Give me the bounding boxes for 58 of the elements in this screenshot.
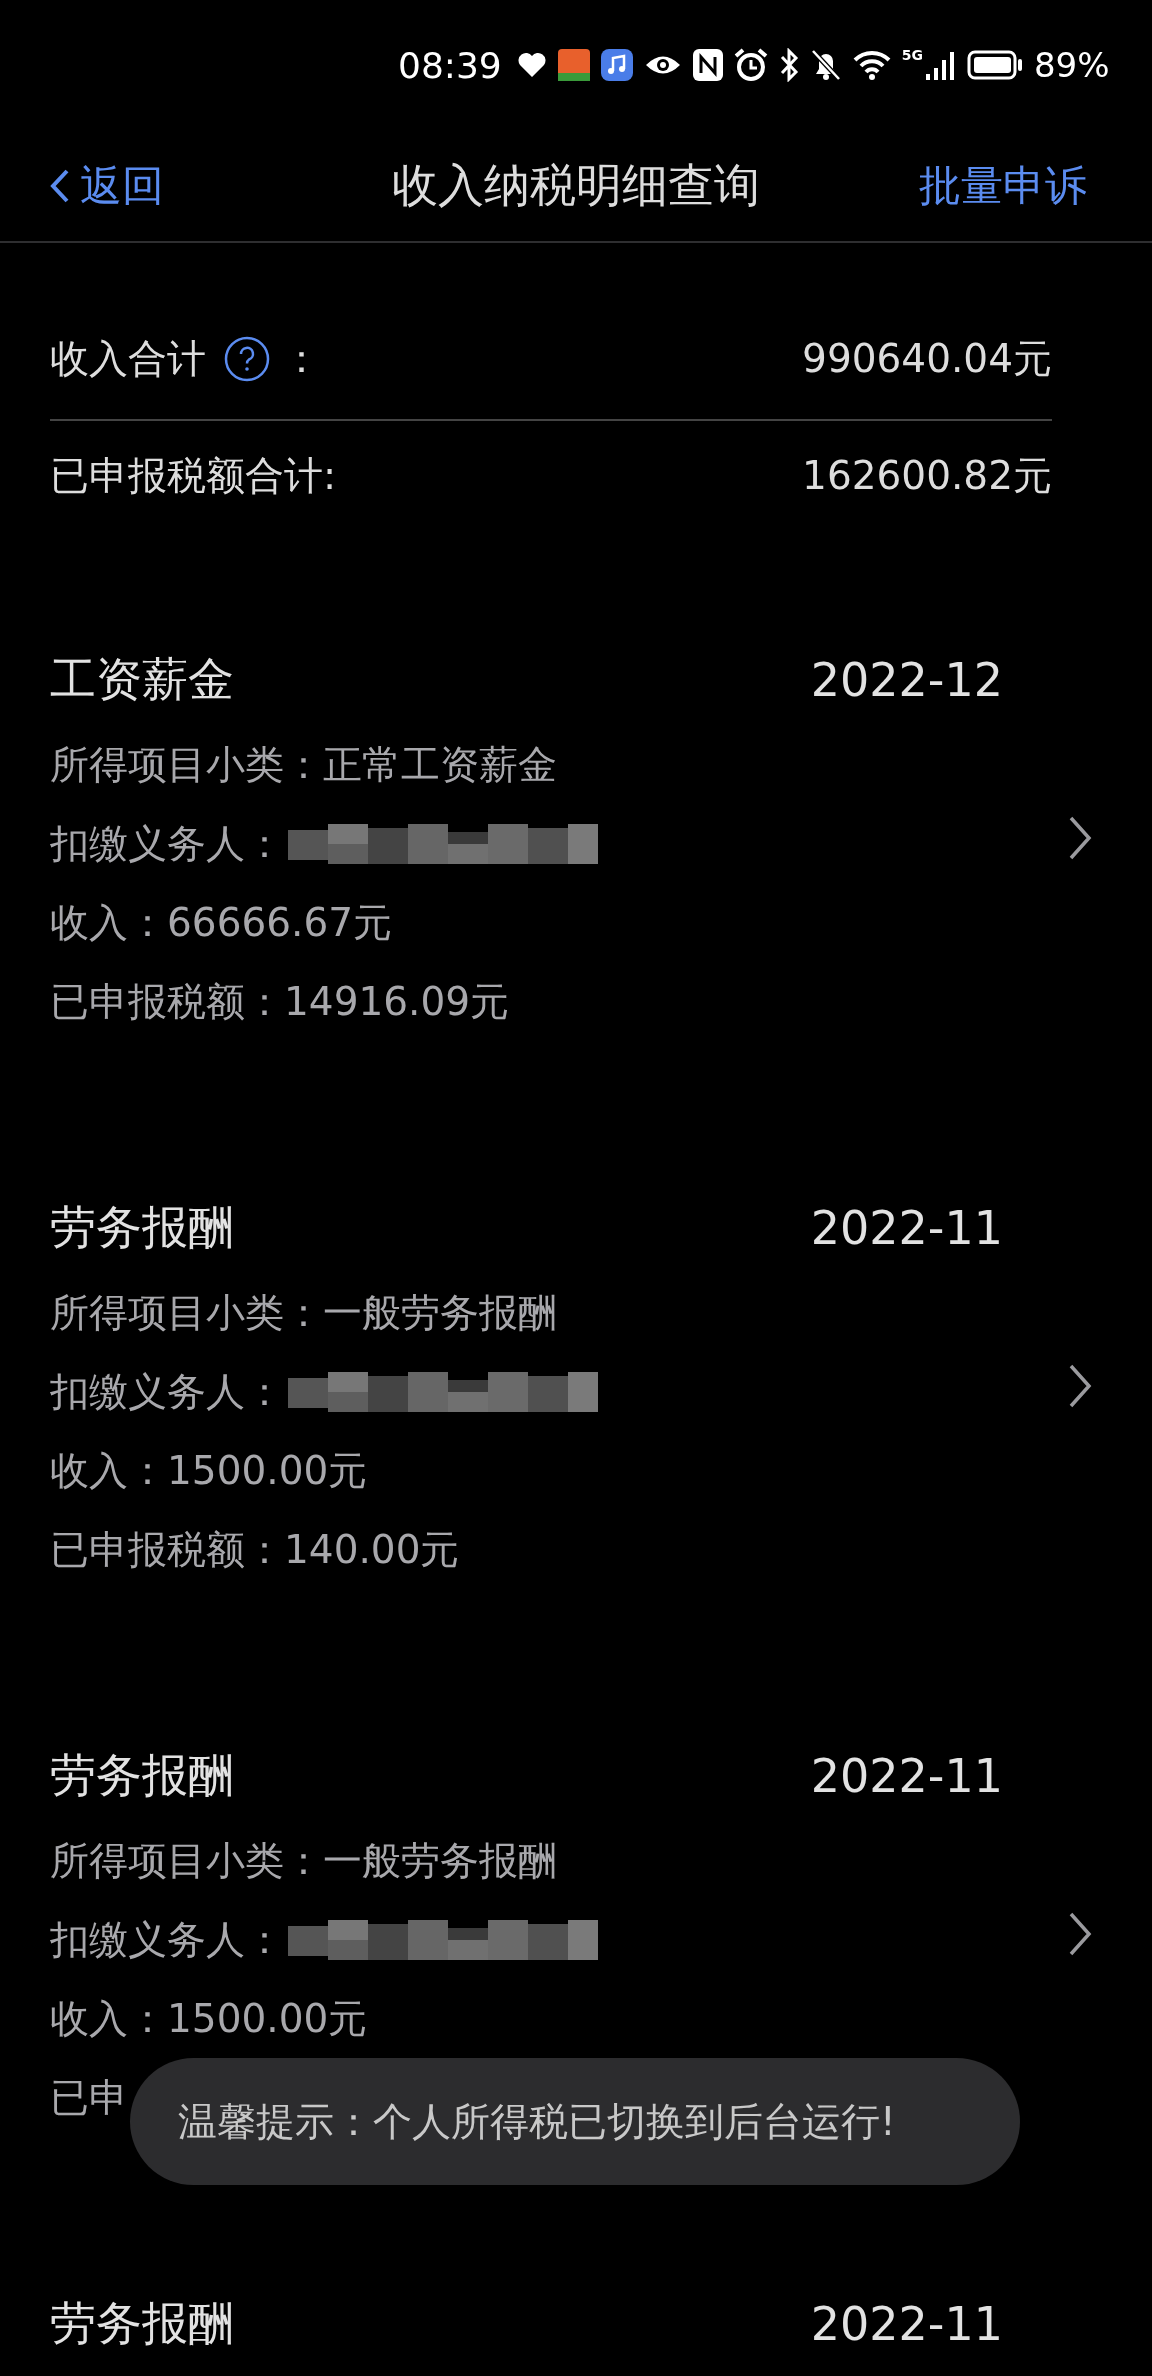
- subcategory-value: 正常工资薪金: [323, 740, 557, 789]
- payer-label: 扣缴义务人：: [50, 1367, 284, 1416]
- help-icon[interactable]: [224, 336, 270, 382]
- income-value: 1500.00元: [167, 1446, 368, 1495]
- heart-icon: [516, 52, 547, 78]
- income-value: 1500.00元: [167, 1994, 368, 2043]
- chevron-left-icon: [50, 167, 70, 204]
- tax-label: 已申报税额：: [50, 1525, 284, 1574]
- subcategory-value: 一般劳务报酬: [323, 1836, 557, 1885]
- record-category: 劳务报酬: [50, 2295, 234, 2352]
- tax-label: 已申报税额：: [50, 977, 284, 1026]
- bell-off-icon: [809, 48, 842, 82]
- record-date: 2022-11: [810, 1749, 1003, 1803]
- summary-colon: ：: [282, 335, 321, 383]
- wifi-icon: [852, 50, 891, 80]
- record-date: 2022-12: [810, 653, 1003, 707]
- payer-label: 扣缴义务人：: [50, 1915, 284, 1964]
- record-date: 2022-11: [810, 1201, 1003, 1255]
- subcategory-label: 所得项目小类：: [50, 1836, 323, 1885]
- batch-appeal-button[interactable]: 批量申诉: [919, 157, 1087, 214]
- income-record[interactable]: 劳务报酬 2022-11 所得项目小类：一般劳务报酬 扣缴义务人： 收入：1500.00元 已申报税额：140.00元: [0, 1183, 1152, 1589]
- income-record[interactable]: 劳务报酬 2022-11: [0, 2279, 1152, 2369]
- income-label: 收入：: [50, 1446, 167, 1495]
- summary-label: 收入合计: [50, 335, 206, 383]
- chevron-right-icon: [1068, 1363, 1092, 1409]
- record-category: 工资薪金: [50, 651, 234, 708]
- income-value: 66666.67元: [167, 898, 393, 947]
- payer-label: 扣缴义务人：: [50, 819, 284, 868]
- tax-value: 140.00元: [284, 1525, 460, 1574]
- network-type: 5G: [901, 47, 923, 63]
- music-icon: [600, 49, 633, 81]
- tax-label: 已申: [50, 2073, 128, 2122]
- page-title: 收入纳税明细查询: [392, 156, 760, 214]
- summary-value: 162600.82元: [802, 452, 1052, 500]
- income-label: 收入：: [50, 898, 167, 947]
- record-category: 劳务报酬: [50, 1199, 234, 1256]
- back-button[interactable]: 返回: [50, 157, 164, 214]
- chevron-right-icon: [1068, 1911, 1092, 1957]
- signal-icon: [926, 50, 956, 80]
- battery-percent: 89%: [1034, 45, 1110, 85]
- chevron-right-icon: [1068, 815, 1092, 861]
- tax-value: 14916.09元: [284, 977, 510, 1026]
- subcategory-value: 一般劳务报酬: [323, 1288, 557, 1337]
- alarm-icon: [733, 48, 768, 82]
- status-time: 08:39: [398, 44, 502, 86]
- record-category: 劳务报酬: [50, 1747, 234, 1804]
- notice-toast: 温馨提示：个人所得税已切换到后台运行!: [130, 2058, 1020, 2185]
- summary-value: 990640.04元: [802, 335, 1052, 383]
- nfc-icon: [692, 49, 723, 81]
- summary-label: 已申报税额合计:: [50, 452, 337, 500]
- record-date: 2022-11: [810, 2297, 1003, 2351]
- battery-icon: [967, 50, 1023, 80]
- app-icon: [557, 49, 590, 81]
- income-label: 收入：: [50, 1994, 167, 2043]
- subcategory-label: 所得项目小类：: [50, 1288, 323, 1337]
- subcategory-label: 所得项目小类：: [50, 740, 323, 789]
- bluetooth-icon: [778, 48, 799, 82]
- income-record[interactable]: 工资薪金 2022-12 所得项目小类：正常工资薪金 扣缴义务人： 收入：66666.67元 已申报税额：14916.09元: [0, 635, 1152, 1041]
